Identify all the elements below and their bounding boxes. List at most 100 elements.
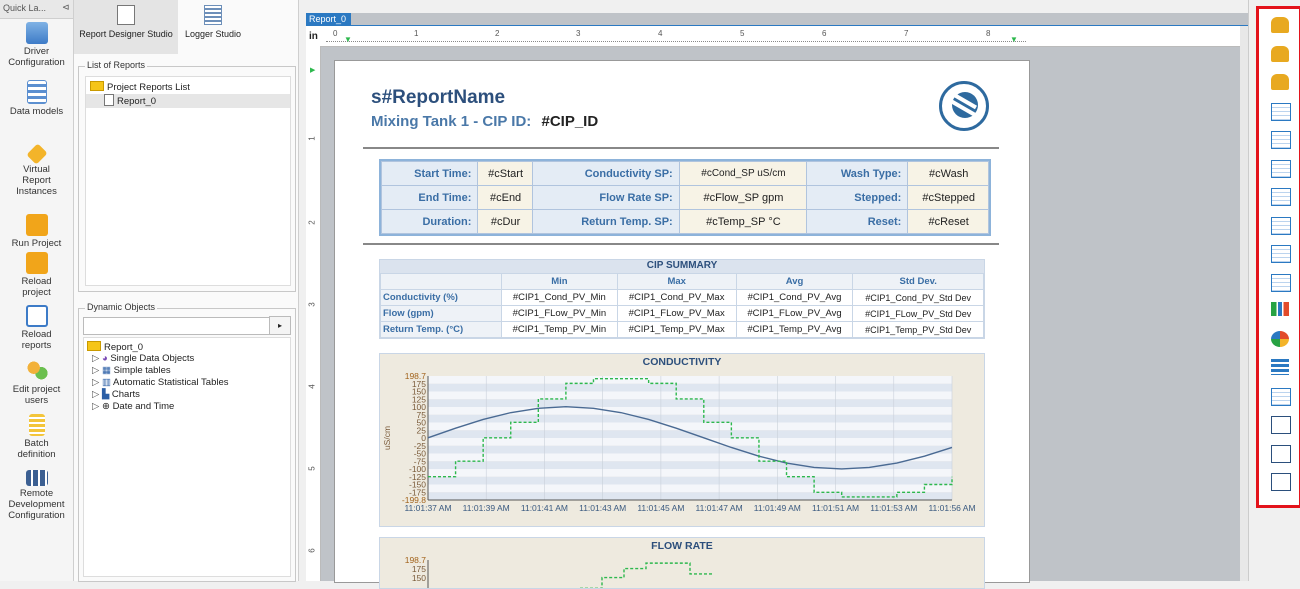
x-tick-label: 11:01:53 AM <box>870 503 917 513</box>
virtual-report-instances-button[interactable]: Virtual Report Instances <box>0 143 73 197</box>
x-tick-label: 11:01:56 AM <box>928 503 975 513</box>
reload-project-button[interactable]: Reload project <box>0 252 73 298</box>
report-0-item[interactable]: Report_0 <box>86 94 290 108</box>
summary-cell: #CIP1_FLow_PV_Min <box>501 305 618 322</box>
left-margin-marker[interactable]: ▼ <box>344 35 352 44</box>
grid-band <box>428 376 952 384</box>
grid-band <box>428 414 952 423</box>
data-models-button[interactable]: Data models <box>0 80 73 117</box>
top-margin-marker[interactable]: ▶ <box>310 66 315 74</box>
tag-math-icon[interactable] <box>1271 74 1289 90</box>
ruler-tick: 1 <box>307 136 317 141</box>
summary-row: Return Temp. (°C) #CIP1_Temp_PV_Min #CIP1_… <box>380 321 984 338</box>
trend-chart-icon[interactable] <box>1271 273 1291 292</box>
ruler-unit: in <box>309 31 318 42</box>
list-of-reports-group: List of Reports Project Reports List Rep… <box>78 60 296 292</box>
report-page[interactable]: s#ReportName Mixing Tank 1 - CIP ID: #CI… <box>334 60 1030 589</box>
data-models-label: Data models <box>9 106 64 117</box>
tag-list-icon[interactable] <box>1271 45 1289 62</box>
x-tick-label: 11:01:47 AM <box>696 503 743 513</box>
table-icon[interactable] <box>1271 102 1291 121</box>
summary-row-label: Return Temp. (°C) <box>380 321 502 338</box>
pin-icon[interactable]: ⊲ <box>62 2 70 13</box>
grid-band <box>428 383 952 392</box>
expand-arrow-icon: ▷ <box>92 365 102 376</box>
right-margin-marker[interactable]: ▼ <box>1010 35 1018 44</box>
info-label: Wash Type: <box>806 161 909 186</box>
summary-row: Flow (gpm) #CIP1_FLow_PV_Min #CIP1_FLow_PV… <box>380 305 984 322</box>
logger-studio-tab[interactable]: Logger Studio <box>178 0 248 54</box>
x-tick-label: 11:01:43 AM <box>579 503 626 513</box>
grid-band <box>428 461 952 469</box>
ruler-tick: 0 <box>333 29 338 38</box>
summary-cell: #CIP1_Cond_PV_Avg <box>735 289 854 306</box>
logger-studio-label: Logger Studio <box>184 29 242 39</box>
flow-rate-chart-title: FLOW RATE <box>651 540 713 552</box>
table-clock-icon[interactable] <box>1271 188 1291 206</box>
grid-band <box>428 438 952 446</box>
summary-cell: #CIP1_FLow_PV_Std Dev <box>852 305 984 322</box>
y-axis-label: uS/cm <box>382 426 392 450</box>
conductivity-chart[interactable]: CONDUCTIVITY 198.7 175 150 125 100 75 50 25 0 -25… <box>379 353 985 527</box>
cip-summary-table: CIP SUMMARY Min Max Avg Std Dev. Conductivit… <box>379 259 985 339</box>
ruler-tick: 5 <box>307 466 317 471</box>
reload-reports-button[interactable]: Reload reports <box>0 305 73 351</box>
project-reports-root[interactable]: Project Reports List <box>90 81 190 93</box>
single-data-objects-node[interactable]: ▷ ◕ Single Data Objects <box>92 353 194 364</box>
info-field: #cEnd <box>477 185 533 210</box>
folder-icon <box>87 341 101 351</box>
line-tool-icon[interactable] <box>1271 473 1291 491</box>
reports-tree: Project Reports List Report_0 <box>85 76 291 286</box>
info-row: End Time: #cEnd Flow Rate SP: #cFlow_SP gpm… <box>380 185 989 210</box>
report-0-label: Report_0 <box>117 96 157 107</box>
info-row: Duration: #cDur Return Temp. SP: #cTemp_SP … <box>380 209 989 234</box>
pie-chart-icon[interactable] <box>1271 330 1289 347</box>
info-field: #cStart <box>477 161 533 186</box>
summary-cell: #CIP1_Cond_PV_Std Dev <box>852 289 984 306</box>
dynamic-objects-search-input[interactable] <box>83 317 271 335</box>
dynamic-root[interactable]: Report_0 <box>87 341 143 353</box>
horizontal-bar-icon[interactable] <box>1271 359 1289 375</box>
summary-cell: #CIP1_Temp_PV_Min <box>501 321 618 338</box>
counter-icon[interactable] <box>1271 444 1291 463</box>
quick-launch-panel: Quick La... ⊲ Driver Configuration Data … <box>0 0 74 581</box>
summary-column-header: Max <box>616 273 737 290</box>
report-designer-studio-tab[interactable]: Report Designer Studio <box>74 0 178 54</box>
x-tick-label: 11:01:49 AM <box>754 503 801 513</box>
page-number-icon[interactable] <box>1271 416 1291 434</box>
batch-definition-button[interactable]: Batch definition <box>0 414 73 460</box>
virtual-report-instances-label: Virtual Report Instances <box>16 164 57 197</box>
summary-row-label: Flow (gpm) <box>380 305 502 322</box>
grid-band <box>428 445 952 454</box>
charts-node[interactable]: ▷ ▙ Charts <box>92 389 140 400</box>
calendar-table-icon[interactable] <box>1271 387 1291 406</box>
date-and-time-node[interactable]: ▷ ⊕ Date and Time <box>92 401 174 412</box>
run-project-button[interactable]: Run Project <box>0 214 73 249</box>
tag-function-icon[interactable] <box>1271 17 1289 33</box>
info-label: Start Time: <box>380 161 479 186</box>
edit-project-users-button[interactable]: Edit project users <box>0 360 73 406</box>
table-warning-icon[interactable] <box>1271 131 1291 149</box>
search-go-button[interactable]: ▸ <box>269 316 291 335</box>
info-field: #cFlow_SP gpm <box>678 185 808 210</box>
grid-band <box>428 453 952 462</box>
table-sql-icon[interactable] <box>1271 159 1291 178</box>
expand-arrow-icon: ▷ <box>92 401 102 412</box>
driver-configuration-label: Driver Configuration <box>8 46 65 68</box>
summary-column-header: Std Dev. <box>852 273 984 290</box>
grid-band <box>428 422 952 431</box>
document-tab-report-0[interactable]: Report_0 <box>306 13 351 26</box>
simple-tables-node[interactable]: ▷ ▦ Simple tables <box>92 365 171 376</box>
info-label: End Time: <box>380 185 479 210</box>
flow-rate-chart[interactable]: FLOW RATE 198.7 175 150 <box>379 537 985 589</box>
report-designer-studio-label: Report Designer Studio <box>79 29 173 39</box>
bar-chart-icon[interactable] <box>1271 302 1289 316</box>
vertical-scrollbar[interactable] <box>1240 26 1248 581</box>
remote-development-configuration-button[interactable]: Remote Development Configuration <box>0 470 73 521</box>
table-header-icon[interactable] <box>1271 216 1291 235</box>
automatic-statistical-tables-node[interactable]: ▷ ▥ Automatic Statistical Tables <box>92 377 229 388</box>
summary-row: Conductivity (%) #CIP1_Cond_PV_Min #CIP1_C… <box>380 289 984 306</box>
driver-configuration-button[interactable]: Driver Configuration <box>0 22 73 68</box>
grid-icon[interactable] <box>1271 245 1291 263</box>
grid-band <box>428 469 952 477</box>
